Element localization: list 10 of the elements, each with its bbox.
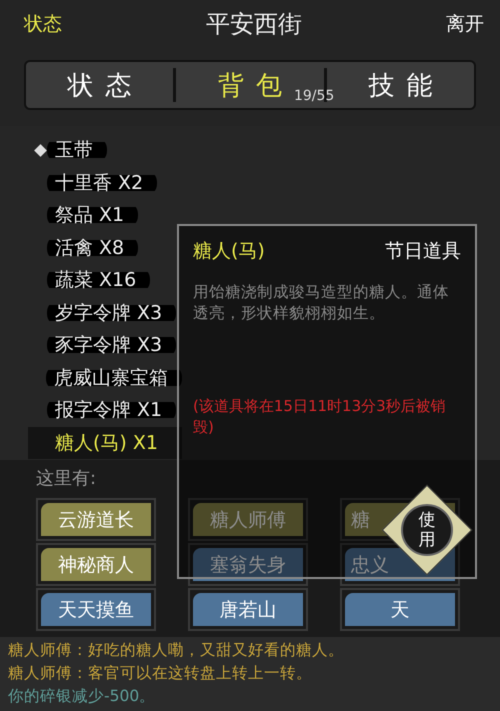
chat-line: 糖人师傅：客官可以在这转盘上转上一转。 [8, 663, 313, 684]
here-label: 这里有: [36, 467, 98, 490]
item-name: 糖人(马) [193, 239, 265, 264]
location-title: 平安西街 [206, 9, 302, 40]
item-description: 用饴糖浇制成骏马造型的糖人。通体透亮，形状样貌栩栩如生。 [193, 282, 450, 324]
chat-line: 你的碎银减少-500。 [8, 686, 156, 707]
expiry-warning: (该道具将在15日11时13分3秒后被销毁) [193, 396, 447, 438]
bag-count: 19/55 [294, 88, 334, 104]
chat-line: 糖人师傅：好吃的糖人嘞，又甜又好看的糖人。 [8, 640, 345, 661]
item-category: 节日道具 [385, 239, 461, 264]
